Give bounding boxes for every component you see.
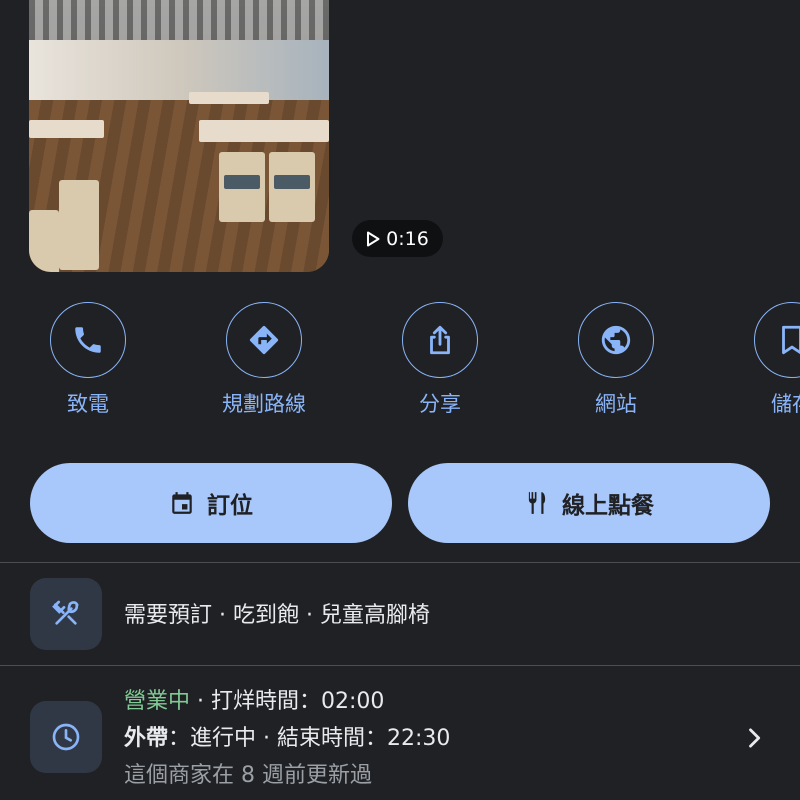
fork-spoon-icon <box>52 600 79 625</box>
hours-icon-tile <box>30 701 102 773</box>
share-label: 分享 <box>419 392 461 416</box>
section-divider <box>0 562 800 563</box>
clock-icon <box>52 723 80 751</box>
call-action[interactable]: 致電 <box>18 302 158 418</box>
order-online-label: 線上點餐 <box>562 493 654 519</box>
cutlery-icon <box>528 492 546 514</box>
save-label: 儲存 <box>771 392 800 416</box>
dining-options-icon-tile <box>30 578 102 650</box>
calendar-icon <box>172 492 192 514</box>
hours-status-line: 營業中 · 打烊時間：02:00 <box>124 683 450 720</box>
takeout-line: 外帶：進行中 · 結束時間：22:30 <box>124 720 450 757</box>
bookmark-icon <box>782 325 800 355</box>
globe-icon <box>601 325 631 355</box>
directions-action[interactable]: 規劃路線 <box>194 302 334 418</box>
open-status: 營業中 <box>124 689 191 714</box>
video-duration-chip[interactable]: 0:16 <box>352 220 443 257</box>
play-icon <box>367 231 380 246</box>
action-row: 致電 規劃路線 分享 網站 儲 <box>0 302 800 422</box>
reserve-label: 訂位 <box>207 493 253 519</box>
photo-table <box>189 92 269 104</box>
closing-time: · 打烊時間：02:00 <box>190 689 385 714</box>
updated-note: 這個商家在 8 週前更新過 <box>124 763 372 788</box>
call-button[interactable] <box>50 302 126 378</box>
save-action[interactable]: 儲存 <box>722 302 800 418</box>
share-icon <box>430 325 450 355</box>
photo-chair <box>59 180 99 270</box>
takeout-detail: ：進行中 · 結束時間：22:30 <box>168 726 451 751</box>
photo-chair <box>29 210 59 272</box>
directions-label: 規劃路線 <box>222 392 306 416</box>
website-button[interactable] <box>578 302 654 378</box>
restaurant-video-thumbnail[interactable] <box>29 0 329 272</box>
takeout-label: 外帶 <box>124 726 169 751</box>
place-details-panel: 0:16 致電 規劃路線 分享 網站 儲 訂位 線上點餐 需要預訂 · 吃到飽 … <box>0 0 800 800</box>
share-action[interactable]: 分享 <box>370 302 510 418</box>
share-button[interactable] <box>402 302 478 378</box>
section-divider <box>0 665 800 666</box>
website-label: 網站 <box>595 392 637 416</box>
chevron-right-icon[interactable] <box>740 724 768 752</box>
website-action[interactable]: 網站 <box>546 302 686 418</box>
directions-button[interactable] <box>226 302 302 378</box>
photo-table <box>29 120 104 138</box>
save-button[interactable] <box>754 302 800 378</box>
order-online-button[interactable]: 線上點餐 <box>408 463 770 543</box>
directions-icon <box>249 325 279 355</box>
call-label: 致電 <box>67 392 109 416</box>
photo-chair-seat <box>274 175 310 189</box>
reserve-button[interactable]: 訂位 <box>30 463 392 543</box>
photo-wall <box>29 40 329 100</box>
hours-section[interactable]: 營業中 · 打烊時間：02:00 外帶：進行中 · 結束時間：22:30 這個商… <box>124 683 450 794</box>
photo-chair-seat <box>224 175 260 189</box>
video-duration-label: 0:16 <box>386 227 429 250</box>
phone-icon <box>75 327 101 353</box>
photo-table <box>199 120 329 142</box>
amenities-text: 需要預訂 · 吃到飽 · 兒童高腳椅 <box>124 603 430 628</box>
